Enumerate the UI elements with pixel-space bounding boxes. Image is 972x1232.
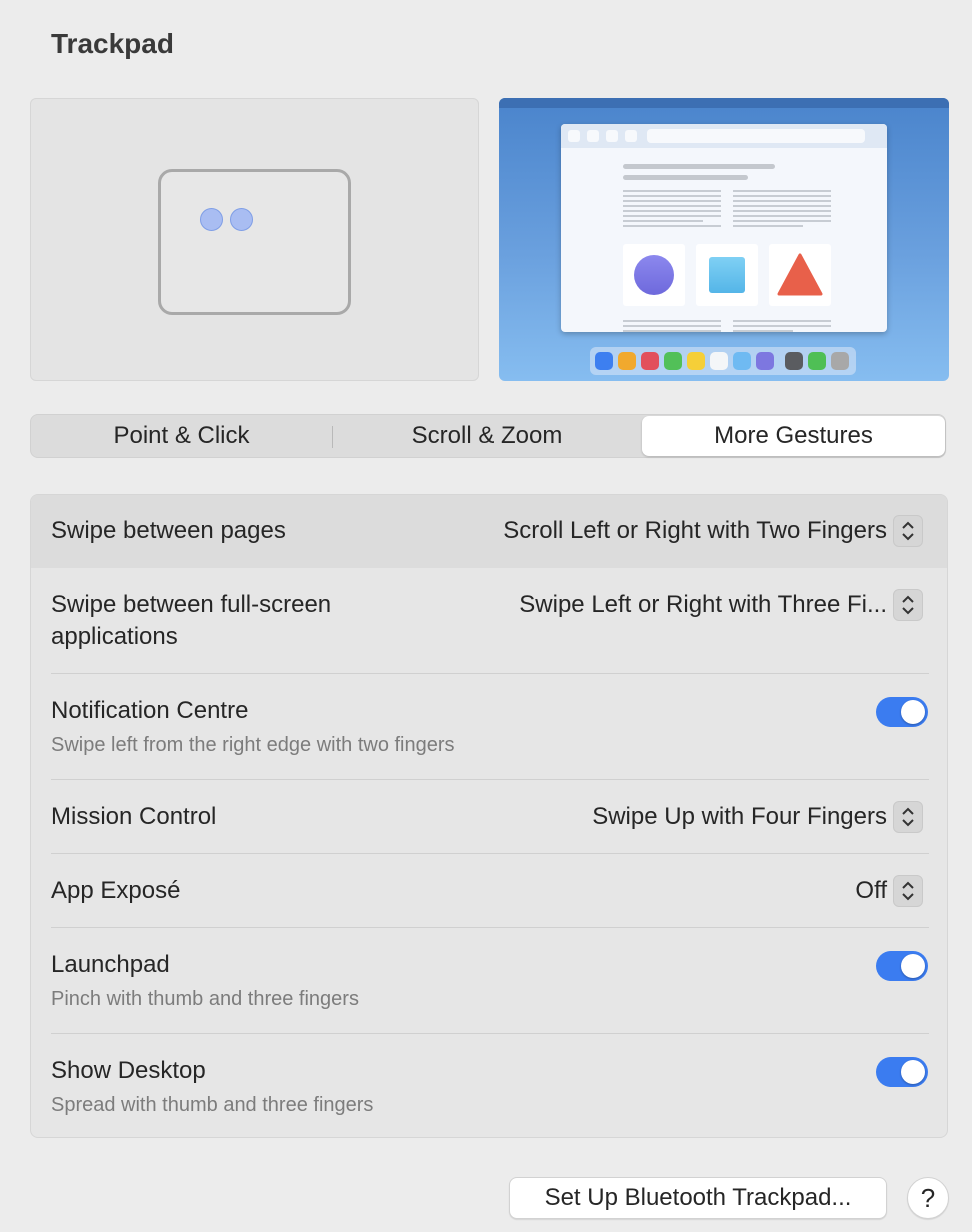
popup-value: Off — [855, 877, 887, 904]
tab-point-and-click[interactable]: Point & Click — [31, 415, 332, 457]
browser-window-illustration — [561, 124, 887, 332]
setting-label: Notification Centre — [51, 697, 249, 724]
up-down-chevron-icon — [893, 875, 923, 907]
popup-value: Swipe Up with Four Fingers — [592, 803, 887, 830]
page-title: Trackpad — [51, 28, 174, 59]
setting-row-mission-control: Mission Control Swipe Up with Four Finge… — [31, 780, 947, 854]
popup-value: Scroll Left or Right with Two Fingers — [503, 517, 887, 544]
tab-scroll-and-zoom[interactable]: Scroll & Zoom — [333, 415, 641, 457]
setting-row-notification-centre: Notification Centre Swipe left from the … — [31, 674, 947, 780]
finger-dot-icon — [200, 208, 223, 231]
swipe-pages-popup[interactable]: Scroll Left or Right with Two Fingers — [503, 515, 923, 547]
setting-row-swipe-pages: Swipe between pages Scroll Left or Right… — [31, 495, 947, 568]
setting-description: Swipe left from the right edge with two … — [51, 734, 455, 756]
tab-bar: Point & Click Scroll & Zoom More Gesture… — [30, 414, 946, 458]
gesture-trackpad-preview — [30, 98, 479, 381]
up-down-chevron-icon — [893, 589, 923, 621]
up-down-chevron-icon — [893, 515, 923, 547]
setting-row-app-expose: App Exposé Off — [31, 854, 947, 928]
setting-label: Swipe between full-screen applications — [51, 591, 332, 650]
setting-label: Show Desktop — [51, 1057, 206, 1084]
app-expose-popup[interactable]: Off — [855, 875, 923, 907]
launchpad-toggle[interactable] — [876, 951, 928, 981]
setting-description: Spread with thumb and three fingers — [51, 1094, 374, 1116]
setting-row-swipe-fullscreen: Swipe between full-screen applications S… — [31, 568, 947, 674]
setting-row-show-desktop: Show Desktop Spread with thumb and three… — [31, 1034, 947, 1137]
finger-dot-icon — [230, 208, 253, 231]
gestures-settings-list: Swipe between pages Scroll Left or Right… — [30, 494, 948, 1138]
help-button[interactable]: ? — [907, 1177, 949, 1219]
setting-label: Mission Control — [51, 803, 217, 830]
dock-illustration — [590, 347, 856, 375]
popup-value: Swipe Left or Right with Three Fi... — [519, 591, 887, 618]
menu-bar-illustration — [499, 98, 949, 108]
show-desktop-toggle[interactable] — [876, 1057, 928, 1087]
setup-bluetooth-trackpad-button[interactable]: Set Up Bluetooth Trackpad... — [509, 1177, 887, 1219]
notification-centre-toggle[interactable] — [876, 697, 928, 727]
circle-shape-icon — [623, 244, 685, 306]
up-down-chevron-icon — [893, 801, 923, 833]
swipe-fullscreen-popup[interactable]: Swipe Left or Right with Three Fi... — [519, 589, 923, 621]
setting-description: Pinch with thumb and three fingers — [51, 988, 359, 1010]
triangle-shape-icon — [769, 244, 831, 306]
setting-row-launchpad: Launchpad Pinch with thumb and three fin… — [31, 928, 947, 1034]
setting-label: Swipe between pages — [51, 517, 286, 544]
trackpad-illustration — [158, 169, 351, 315]
setting-label: App Exposé — [51, 877, 181, 904]
setting-label: Launchpad — [51, 951, 170, 978]
mission-control-popup[interactable]: Swipe Up with Four Fingers — [592, 801, 923, 833]
tab-more-gestures[interactable]: More Gestures — [642, 416, 945, 456]
gesture-screen-preview — [499, 98, 949, 381]
square-shape-icon — [696, 244, 758, 306]
